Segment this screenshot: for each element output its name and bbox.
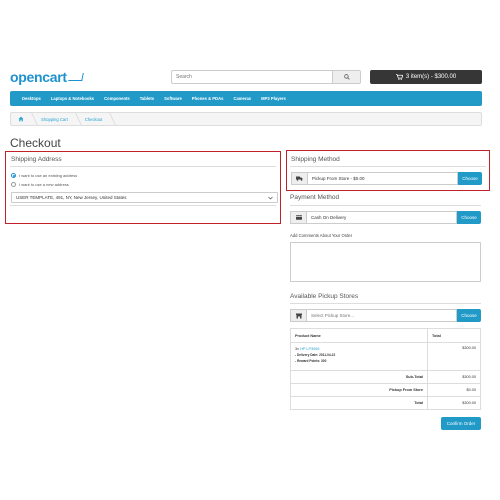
product-link[interactable]: HP LP3065 bbox=[300, 347, 319, 351]
breadcrumb-checkout[interactable]: Checkout bbox=[85, 117, 103, 122]
shipping-fee-label: Pickup From Store bbox=[290, 383, 428, 397]
menu-item-desktops[interactable]: Desktops bbox=[22, 96, 41, 101]
divider bbox=[10, 166, 276, 167]
breadcrumb-separator bbox=[26, 112, 39, 126]
shipping-method-field[interactable]: Pickup From Store - $0.00 bbox=[308, 172, 458, 185]
pickup-store-choose-button[interactable]: Choose bbox=[457, 309, 481, 322]
total-value: $300.00 bbox=[427, 396, 481, 410]
payment-method-heading: Payment Method bbox=[290, 194, 340, 201]
payment-method-field[interactable]: Cash On Delivery bbox=[307, 211, 457, 224]
breadcrumb-separator bbox=[105, 112, 117, 126]
divider bbox=[10, 205, 276, 206]
cart-button[interactable]: 3 item(s) - $300.00 bbox=[370, 70, 482, 84]
shipping-method-group: Pickup From Store - $0.00 Choose bbox=[291, 172, 482, 185]
payment-method-group: Cash On Delivery Choose bbox=[290, 211, 481, 224]
total-label: Total bbox=[290, 396, 428, 410]
shipping-address-panel: Shipping Address I want to use an existi… bbox=[5, 151, 281, 224]
menu-item-software[interactable]: Software bbox=[164, 96, 182, 101]
credit-card-icon bbox=[295, 215, 302, 220]
search-icon bbox=[343, 74, 350, 80]
table-row: Pickup From Store $0.00 bbox=[290, 383, 481, 397]
home-icon[interactable] bbox=[18, 116, 24, 122]
product-delivery-date: - Delivery Date: 2011-04-22 bbox=[295, 353, 336, 357]
breadcrumb: Shopping Cart Checkout bbox=[10, 112, 482, 126]
shipping-method-heading: Shipping Method bbox=[291, 156, 340, 163]
address-select[interactable]: USER TEMPLATE, 491, NY, New Jersey, Unit… bbox=[11, 192, 278, 203]
column-total: Total bbox=[427, 328, 481, 343]
order-summary-table: Product Name Total 3x HP LP3065 - Delive… bbox=[290, 328, 481, 410]
truck-icon bbox=[296, 176, 303, 181]
existing-address-option[interactable]: I want to use an existing address bbox=[11, 173, 77, 178]
menu-item-components[interactable]: Components bbox=[104, 96, 130, 101]
store-icon bbox=[295, 313, 302, 318]
menu-item-mp3[interactable]: MP3 Players bbox=[261, 96, 286, 101]
main-menu: Desktops Laptops & Notebooks Components … bbox=[10, 91, 482, 106]
pickup-stores-heading: Available Pickup Stores bbox=[290, 293, 359, 300]
table-header-row: Product Name Total bbox=[290, 328, 481, 343]
address-select-value: USER TEMPLATE, 491, NY, New Jersey, Unit… bbox=[16, 195, 127, 200]
comments-textarea[interactable] bbox=[290, 242, 481, 282]
store-addon bbox=[290, 309, 307, 322]
chevron-down-icon bbox=[268, 196, 273, 200]
menu-item-phones[interactable]: Phones & PDAs bbox=[192, 96, 224, 101]
pickup-store-field[interactable]: Select Pickup Store... bbox=[307, 309, 457, 322]
column-product-name: Product Name bbox=[290, 328, 428, 343]
store-logo[interactable]: opencart bbox=[10, 69, 84, 85]
comments-label: Add Comments About Your Order bbox=[290, 233, 353, 238]
cart-total-label: 3 item(s) - $300.00 bbox=[405, 74, 457, 80]
divider bbox=[290, 166, 486, 167]
table-row: 3x HP LP3065 - Delivery Date: 2011-04-22… bbox=[290, 342, 481, 371]
confirm-order-button[interactable]: Confirm Order bbox=[441, 417, 481, 430]
divider bbox=[290, 303, 481, 304]
card-addon bbox=[290, 211, 307, 224]
menu-item-laptops[interactable]: Laptops & Notebooks bbox=[51, 96, 94, 101]
order-summary: Product Name Total 3x HP LP3065 - Delive… bbox=[290, 328, 481, 410]
existing-address-radio[interactable] bbox=[11, 173, 16, 178]
search-bar bbox=[171, 70, 361, 84]
shipping-fee-value: $0.00 bbox=[427, 383, 481, 397]
search-button[interactable] bbox=[332, 71, 360, 83]
breadcrumb-separator bbox=[70, 112, 83, 126]
new-address-option[interactable]: I want to use a new address bbox=[11, 182, 69, 187]
product-total: $300.00 bbox=[427, 342, 481, 371]
product-cell: 3x HP LP3065 - Delivery Date: 2011-04-22… bbox=[290, 342, 428, 371]
pickup-store-group: Select Pickup Store... Choose bbox=[290, 309, 481, 322]
menu-item-tablets[interactable]: Tablets bbox=[140, 96, 154, 101]
product-qty: 3x bbox=[295, 347, 300, 351]
shipping-address-heading: Shipping Address bbox=[11, 156, 62, 163]
table-row: Sub-Total $300.00 bbox=[290, 370, 481, 384]
new-address-radio[interactable] bbox=[11, 182, 16, 187]
existing-address-label: I want to use an existing address bbox=[19, 173, 78, 178]
breadcrumb-shopping-cart[interactable]: Shopping Cart bbox=[41, 117, 68, 122]
menu-item-cameras[interactable]: Cameras bbox=[233, 96, 251, 101]
subtotal-value: $300.00 bbox=[427, 370, 481, 384]
search-input[interactable] bbox=[172, 71, 332, 83]
new-address-label: I want to use a new address bbox=[19, 182, 69, 187]
shipping-method-panel: Shipping Method Pickup From Store - $0.0… bbox=[286, 150, 490, 191]
cart-logo-icon bbox=[67, 73, 84, 81]
shipping-method-choose-button[interactable]: Choose bbox=[458, 172, 482, 185]
divider bbox=[290, 205, 481, 206]
shopping-cart-icon bbox=[395, 74, 403, 80]
table-row: Total $300.00 bbox=[290, 396, 481, 410]
payment-method-choose-button[interactable]: Choose bbox=[457, 211, 481, 224]
product-reward-points: - Reward Points: 300 bbox=[295, 359, 327, 363]
subtotal-label: Sub-Total bbox=[290, 370, 428, 384]
page-title: Checkout bbox=[10, 136, 61, 150]
truck-addon bbox=[291, 172, 308, 185]
